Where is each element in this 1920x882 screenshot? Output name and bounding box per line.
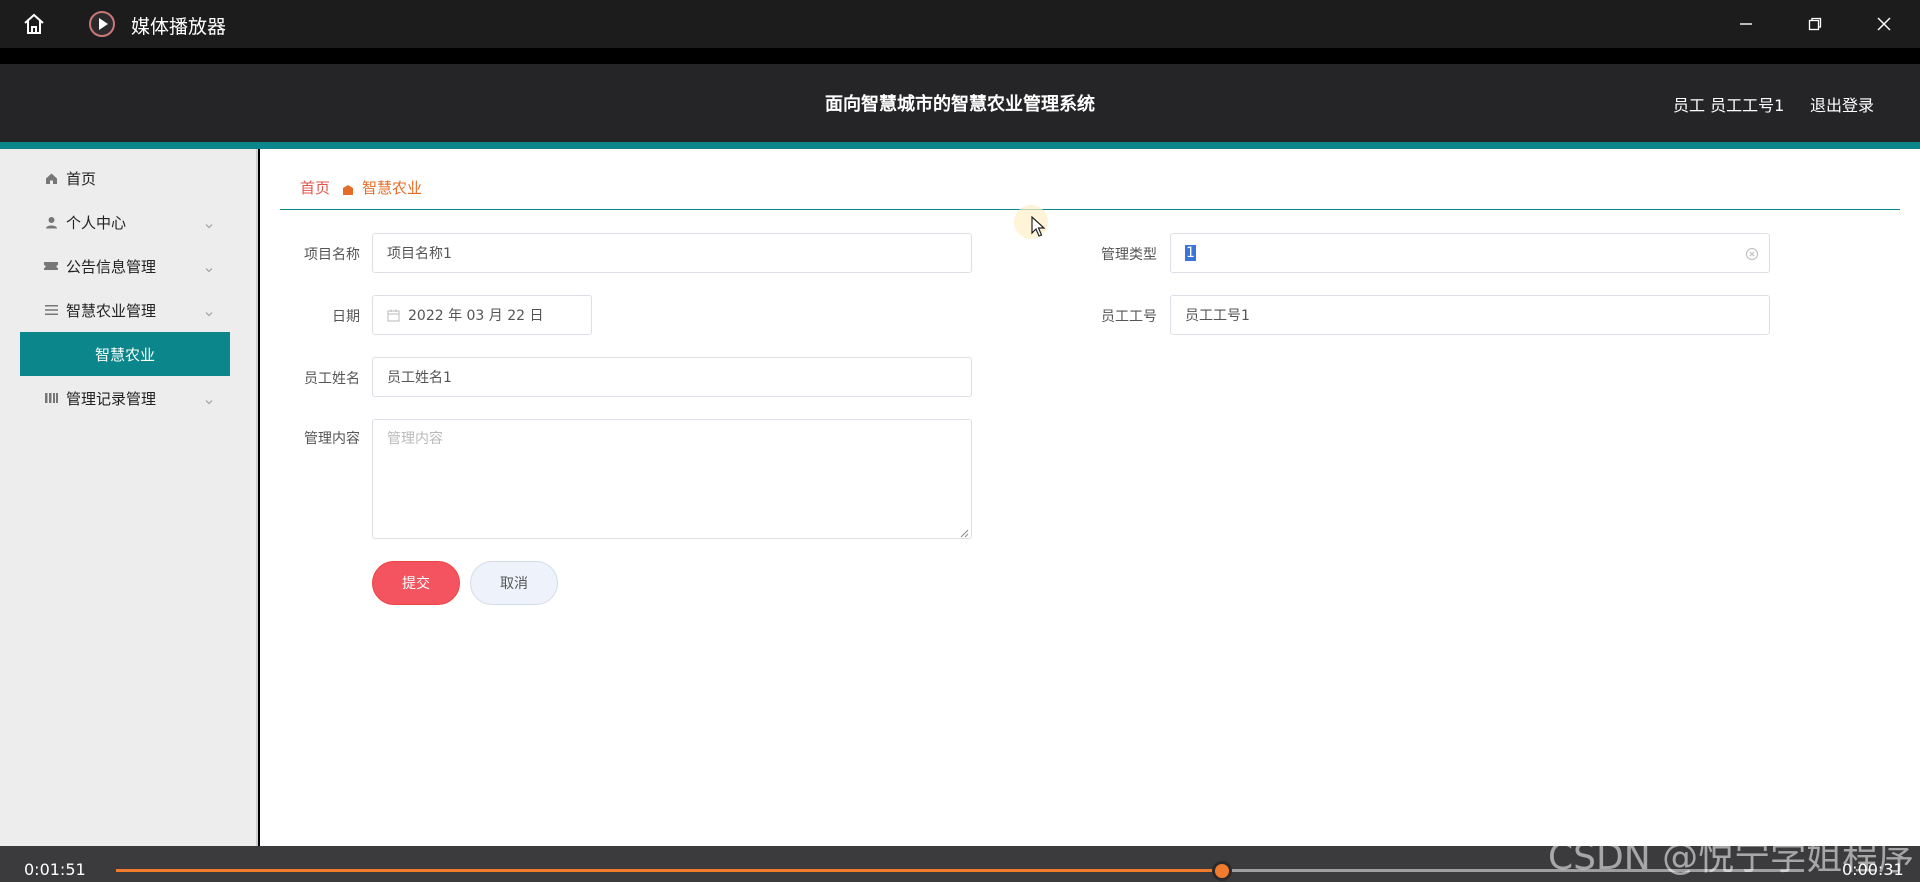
resize-handle-icon[interactable]: [959, 526, 969, 538]
content-textarea[interactable]: 管理内容: [372, 419, 972, 539]
play-icon: [88, 10, 116, 38]
sidebar-item-record-management[interactable]: 管理记录管理: [20, 376, 230, 420]
breadcrumb: 首页 智慧农业: [300, 177, 422, 198]
current-user-label: 员工 员工工号1: [1673, 96, 1785, 115]
manage-type-value: 1: [1185, 245, 1196, 261]
elapsed-time: 0:01:51: [24, 860, 86, 879]
project-name-value: 项目名称1: [387, 246, 452, 262]
chevron-down-icon: [204, 393, 214, 405]
home-icon[interactable]: [20, 10, 48, 38]
chevron-down-icon: [204, 305, 214, 317]
date-picker[interactable]: 2022 年 03 月 22 日: [372, 295, 592, 335]
window-titlebar: 媒体播放器: [0, 0, 1920, 48]
manage-type-label: 管理类型: [1101, 247, 1157, 263]
seek-handle[interactable]: [1211, 861, 1232, 881]
tag-icon: [342, 182, 354, 195]
project-name-label: 项目名称: [304, 247, 360, 263]
sidebar-item-personal-center[interactable]: 个人中心: [20, 200, 230, 244]
breadcrumb-divider: [280, 209, 1900, 210]
bars-icon: [44, 391, 58, 405]
calendar-icon: [387, 309, 400, 322]
sidebar-item-label: 个人中心: [66, 213, 127, 232]
home-icon: [44, 171, 58, 185]
manage-type-input[interactable]: 1: [1170, 233, 1770, 273]
employee-name-label: 员工姓名: [304, 371, 360, 387]
employee-no-value: 员工工号1: [1185, 308, 1250, 324]
sidebar-item-smart-agriculture-management[interactable]: 智慧农业管理: [20, 288, 230, 332]
employee-no-input[interactable]: 员工工号1: [1170, 295, 1770, 335]
sidebar: 首页 个人中心 公告信息管理 智慧农业管理 智慧农业 管理记录管理: [0, 149, 258, 846]
content-label: 管理内容: [304, 431, 360, 447]
ticket-icon: [44, 259, 58, 273]
sidebar-subitem-smart-agriculture[interactable]: 智慧农业: [20, 332, 230, 376]
chevron-down-icon: [204, 217, 214, 229]
chevron-down-icon: [204, 261, 214, 273]
date-label: 日期: [332, 309, 360, 325]
employee-no-label: 员工工号: [1101, 309, 1157, 325]
sidebar-item-label: 智慧农业管理: [66, 301, 157, 320]
main-content: 首页 智慧农业 项目名称 项目名称1 管理类型 1 日期 2022 年 03 月…: [260, 149, 1920, 846]
date-value: 2022 年 03 月 22 日: [408, 308, 544, 324]
page-title: 面向智慧城市的智慧农业管理系统: [825, 94, 1095, 115]
app-header: 面向智慧城市的智慧农业管理系统 员工 员工工号1 退出登录: [0, 64, 1920, 142]
mouse-cursor-icon: [1031, 215, 1047, 238]
submit-button[interactable]: 提交: [372, 561, 460, 605]
breadcrumb-home[interactable]: 首页: [300, 177, 330, 198]
sidebar-item-notice-management[interactable]: 公告信息管理: [20, 244, 230, 288]
sidebar-item-label: 公告信息管理: [66, 257, 157, 276]
close-icon[interactable]: [1866, 8, 1902, 40]
project-name-input[interactable]: 项目名称1: [372, 233, 972, 273]
restore-icon[interactable]: [1797, 8, 1833, 40]
watermark: CSDN @悦宁学姐程序: [1548, 837, 1915, 878]
user-icon: [44, 215, 58, 229]
sidebar-item-label: 首页: [66, 169, 97, 188]
employee-name-value: 员工姓名1: [387, 370, 452, 386]
sidebar-item-label: 管理记录管理: [66, 389, 157, 408]
logout-link[interactable]: 退出登录: [1810, 92, 1874, 116]
sidebar-item-home[interactable]: 首页: [20, 156, 230, 200]
employee-name-input[interactable]: 员工姓名1: [372, 357, 972, 397]
seek-bar-progress: [116, 869, 1222, 872]
window-title: 媒体播放器: [131, 16, 227, 38]
breadcrumb-current: 智慧农业: [362, 179, 423, 197]
header-accent-strip: [0, 142, 1920, 149]
minimize-icon[interactable]: [1728, 8, 1764, 40]
clear-icon[interactable]: [1745, 247, 1759, 261]
list-icon: [44, 303, 58, 317]
content-placeholder: 管理内容: [387, 431, 443, 447]
cancel-button[interactable]: 取消: [470, 561, 558, 605]
